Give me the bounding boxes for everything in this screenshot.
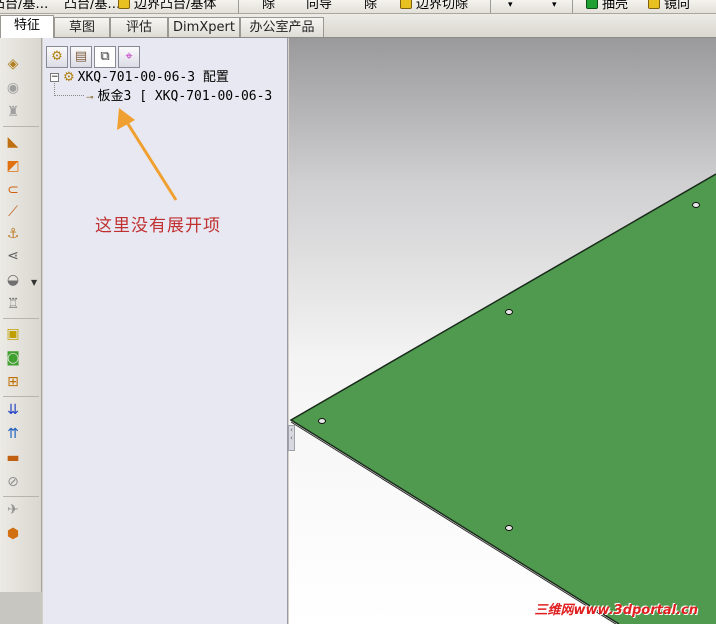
tab-sketch[interactable]: 草图 [54, 17, 110, 37]
toolbar-item-boundary-cut[interactable]: 边界切除 [400, 0, 469, 13]
toolbar-item-label: 抽壳 [602, 0, 629, 12]
chevron-down-icon: ▾ [552, 0, 557, 10]
chevron-down-icon: ▾ [508, 0, 513, 10]
tab-label: 特征 [13, 18, 40, 33]
toolbar-item-label: 凸台/基… [0, 0, 49, 12]
toolbar-dropdown-2[interactable]: ▾ [552, 0, 557, 13]
toolbar-item-label: 除 [364, 0, 378, 12]
toolbar-item-revolve-boss[interactable]: 凸台/基… [64, 0, 121, 13]
split-icon[interactable]: ✈ [5, 502, 21, 518]
toolbar-footer [0, 592, 42, 624]
panel-splitter[interactable]: ‹ ‹ [288, 425, 295, 451]
toolbar-item-shell[interactable]: 抽壳 [586, 0, 629, 13]
wrap-icon[interactable]: ◒ [5, 272, 21, 288]
toolbar-separator [3, 496, 39, 497]
sweep-icon[interactable]: ♜ [5, 104, 21, 120]
hole[interactable] [318, 418, 326, 424]
toolbar-item-cut[interactable]: 除 [262, 0, 276, 13]
toolbar-item-label: 边界切除 [416, 0, 469, 12]
watermark: 三维网www.3dportal.cn [535, 599, 699, 618]
extrude-boss-icon[interactable]: ◈ [5, 56, 21, 72]
command-manager-tabs: 特征 草图 评估 DimXpert 办公室产品 [0, 14, 716, 38]
rib-icon[interactable]: ⊂ [5, 182, 21, 198]
watermark-brand: 三维网 [534, 603, 574, 618]
features-toolbar: ◈ ◉ ♜ ◣ ◩ ⊂ ⟋ ⚓ ⋖ ◒ ▼ ♖ ▣ ◙ ⊞ ⇊ ⇈ ▬ ⊘ ✈ … [0, 38, 42, 624]
chamfer-icon[interactable]: ◩ [5, 158, 21, 174]
toolbar-separator [3, 396, 39, 397]
combine-icon[interactable]: ⬢ [5, 526, 21, 542]
toolbar-separator [238, 0, 239, 13]
toolbar-separator [3, 318, 39, 319]
toolbar-item-extrude-boss[interactable]: 凸台/基… [0, 0, 49, 13]
top-toolbar: 凸台/基… 凸台/基… 边界凸台/基体 除 向导 除 边界切除 ▾ ▾ 抽壳 镜… [0, 0, 716, 14]
toolbar-item-boundary-boss[interactable]: 边界凸台/基体 [118, 0, 217, 13]
toolbar-separator [3, 126, 39, 127]
shell-icon [586, 0, 598, 9]
tab-features[interactable]: 特征 [0, 15, 54, 38]
circular-pattern-icon[interactable]: ◙ [5, 350, 21, 366]
boundary-boss-icon [118, 0, 130, 9]
tab-office-products[interactable]: 办公室产品 [240, 17, 324, 37]
draft-icon[interactable]: ⟋ [5, 204, 21, 220]
toolbar-item-mirror[interactable]: 镜向 [648, 0, 691, 13]
curves-icon[interactable]: ⇊ [5, 402, 21, 418]
annotation-arrow [117, 108, 178, 201]
boundary-cut-icon [400, 0, 412, 9]
reference-geometry-icon[interactable]: ⇈ [5, 426, 21, 442]
linear-pattern-icon[interactable]: ▣ [5, 326, 21, 342]
toolbar-separator [490, 0, 491, 13]
tab-label: 评估 [125, 20, 152, 35]
tab-label: 草图 [68, 20, 95, 35]
configuration-manager-panel: ⚙ ▤ ⧉ ⌖ − ⚙ XKQ-701-00-06-3 配置 ⊸ 板金3 [ XKQ… [43, 38, 288, 624]
hole[interactable] [505, 525, 513, 531]
toolbar-item-label: 镜向 [664, 0, 691, 12]
toolbar-item-label: 向导 [306, 0, 333, 12]
dome-icon[interactable]: ⚓ [5, 226, 21, 242]
tab-label: DimXpert [173, 20, 235, 35]
toolbar-separator [572, 0, 573, 13]
sheet-metal-face[interactable] [291, 174, 716, 624]
toolbar-item-label: 边界凸台/基体 [134, 0, 217, 12]
toolbar-item-label: 凸台/基… [64, 0, 121, 12]
fillet-icon[interactable]: ◣ [5, 134, 21, 150]
tab-dimxpert[interactable]: DimXpert [168, 17, 240, 37]
freeform-icon[interactable]: ⊘ [5, 474, 21, 490]
deform-icon[interactable]: ⋖ [5, 248, 21, 264]
graphics-viewport[interactable]: 三维网www.3dportal.cn [289, 38, 716, 624]
hole[interactable] [505, 309, 513, 315]
hole[interactable] [692, 202, 700, 208]
mirror-icon [648, 0, 660, 9]
toolbar-item-hole-wizard[interactable]: 向导 [306, 0, 333, 13]
arrow-head [117, 108, 135, 130]
chevron-down-icon[interactable]: ▼ [31, 278, 37, 287]
tab-evaluate[interactable]: 评估 [110, 17, 168, 37]
toolbar-item-label: 除 [262, 0, 276, 12]
annotation-text: 这里没有展开项 [95, 216, 221, 236]
instant3d-icon[interactable]: ▬ [5, 450, 21, 466]
revolve-boss-icon[interactable]: ◉ [5, 80, 21, 96]
viewport-canvas [289, 173, 716, 624]
mirror-feature-icon[interactable]: ⊞ [5, 374, 21, 390]
arrow-shaft [121, 115, 178, 201]
tab-label: 办公室产品 [249, 20, 315, 35]
toolbar-dropdown[interactable]: ▾ [508, 0, 513, 13]
toolbar-item-cut-2[interactable]: 除 [364, 0, 378, 13]
watermark-url: www.3dportal.cn [573, 603, 698, 618]
flex-icon[interactable]: ♖ [5, 296, 21, 312]
